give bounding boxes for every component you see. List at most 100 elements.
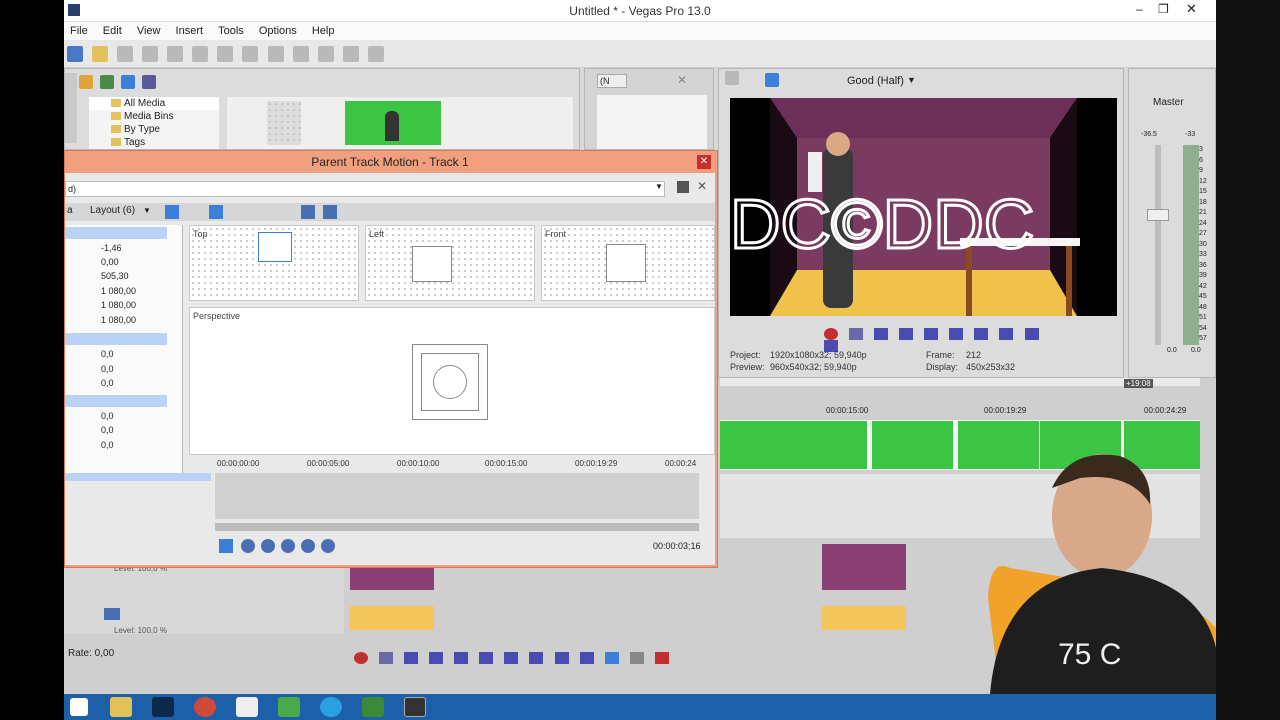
preview-quality[interactable]: Good (Half) — [847, 75, 904, 87]
tree-item-tags[interactable]: Tags — [89, 136, 219, 149]
motion-box[interactable] — [606, 244, 646, 282]
keyframe-scrollbar[interactable] — [215, 523, 699, 531]
paste-icon[interactable] — [267, 46, 284, 62]
cut-icon[interactable] — [217, 46, 234, 62]
motion-box[interactable] — [412, 246, 452, 282]
tree-item-all-media[interactable]: All Media — [89, 97, 219, 110]
record-icon[interactable] — [824, 328, 838, 341]
last-keyframe-icon[interactable] — [301, 539, 315, 553]
yellow-event[interactable] — [822, 606, 906, 630]
property-value[interactable]: 0,0 — [65, 347, 167, 361]
menu-options[interactable]: Options — [259, 25, 297, 37]
purple-event[interactable] — [350, 568, 434, 590]
property-value[interactable]: 0,0 — [65, 409, 167, 423]
next-keyframe-icon[interactable] — [281, 539, 295, 553]
menu-view[interactable]: View — [137, 25, 161, 37]
menu-edit[interactable]: Edit — [103, 25, 122, 37]
perspective-view[interactable]: Perspective — [189, 307, 715, 455]
stop-icon[interactable] — [949, 328, 964, 341]
master-fader[interactable] — [1147, 209, 1169, 221]
menu-insert[interactable]: Insert — [176, 25, 204, 37]
import-icon[interactable] — [100, 75, 115, 89]
property-value[interactable]: 505,30 — [65, 269, 167, 283]
play-from-start-icon[interactable] — [874, 328, 889, 341]
loop-icon[interactable] — [849, 328, 864, 341]
save-preset-icon[interactable] — [677, 181, 689, 193]
play-icon[interactable] — [429, 652, 444, 665]
property-value[interactable]: 1 080,00 — [65, 313, 167, 327]
view-icon[interactable] — [323, 205, 337, 219]
zoom-combo[interactable]: (N — [597, 74, 627, 88]
redo-icon[interactable] — [317, 46, 334, 62]
property-value[interactable]: 0,0 — [65, 423, 167, 437]
sync-cursor-icon[interactable] — [219, 539, 233, 553]
undo-icon[interactable] — [292, 46, 309, 62]
yellow-event[interactable] — [350, 606, 434, 630]
close-button[interactable]: ✕ — [1186, 1, 1197, 17]
property-value[interactable]: 0,0 — [65, 376, 167, 390]
top-view[interactable]: Top — [189, 225, 359, 301]
chevron-down-icon[interactable]: ▼ — [655, 182, 663, 191]
tool-icon[interactable] — [367, 46, 384, 62]
save-icon[interactable] — [117, 46, 134, 62]
video-clip[interactable] — [786, 421, 868, 469]
go-to-end-icon[interactable] — [529, 652, 544, 665]
dialog-close-button[interactable]: ✕ — [697, 155, 711, 169]
pause-icon[interactable] — [454, 652, 469, 665]
preview-settings-icon[interactable] — [725, 71, 739, 85]
prev-frame-icon[interactable] — [1024, 328, 1039, 341]
chevron-down-icon[interactable]: ▼ — [143, 206, 151, 215]
prev-keyframe-icon[interactable] — [261, 539, 275, 553]
copy-icon[interactable] — [242, 46, 259, 62]
explorer-icon[interactable] — [110, 697, 132, 717]
app-icon[interactable] — [362, 697, 384, 717]
property-value[interactable]: 0,0 — [65, 362, 167, 376]
delete-preset-icon[interactable]: ✕ — [697, 179, 707, 193]
motion-box[interactable] — [258, 232, 292, 262]
move-icon[interactable] — [209, 205, 223, 219]
prev-frame-icon[interactable] — [554, 652, 569, 665]
go-to-end-icon[interactable] — [999, 328, 1014, 341]
property-value[interactable]: -1,46 — [65, 241, 167, 255]
property-value[interactable]: 0,0 — [65, 438, 167, 452]
clear-icon[interactable]: ✕ — [677, 73, 687, 87]
render-icon[interactable] — [167, 46, 184, 62]
snap-icon[interactable] — [342, 46, 359, 62]
property-value[interactable]: 0,00 — [65, 255, 167, 269]
record-icon[interactable] — [354, 652, 368, 665]
pause-icon[interactable] — [924, 328, 939, 341]
purple-event[interactable] — [822, 544, 906, 590]
property-value[interactable]: 1 080,00 — [65, 284, 167, 298]
tree-item-by-type[interactable]: By Type — [89, 123, 219, 136]
zoom-icon[interactable] — [142, 75, 157, 89]
play-icon[interactable] — [899, 328, 914, 341]
new-icon[interactable] — [67, 46, 83, 62]
open-icon[interactable] — [92, 46, 109, 62]
save-as-icon[interactable] — [142, 46, 159, 62]
preset-combo[interactable]: d) — [65, 181, 665, 197]
menu-help[interactable]: Help — [312, 25, 335, 37]
app-icon[interactable] — [236, 697, 258, 717]
start-icon[interactable] — [70, 698, 88, 716]
skype-icon[interactable] — [320, 697, 342, 717]
left-view[interactable]: Left — [365, 225, 535, 301]
external-monitor-icon[interactable] — [765, 73, 779, 87]
next-frame-icon[interactable] — [579, 652, 594, 665]
undo-icon[interactable] — [165, 205, 179, 219]
chevron-down-icon[interactable]: ▼ — [907, 75, 916, 85]
view-icon[interactable] — [301, 205, 315, 219]
photoshop-icon[interactable] — [152, 697, 174, 717]
minimize-button[interactable]: – — [1136, 2, 1143, 16]
chrome-icon[interactable] — [194, 697, 216, 717]
go-to-start-icon[interactable] — [504, 652, 519, 665]
tool-icon[interactable] — [79, 75, 93, 89]
menu-tools[interactable]: Tools — [218, 25, 244, 37]
go-to-start-icon[interactable] — [974, 328, 989, 341]
capture-icon[interactable] — [121, 75, 136, 89]
add-keyframe-icon[interactable] — [321, 539, 335, 553]
play-from-start-icon[interactable] — [404, 652, 419, 665]
tree-item-media-bins[interactable]: Media Bins — [89, 110, 219, 123]
layout-combo[interactable]: Layout (6) — [90, 205, 135, 216]
properties-icon[interactable] — [192, 46, 209, 62]
motion-box[interactable] — [412, 344, 488, 420]
